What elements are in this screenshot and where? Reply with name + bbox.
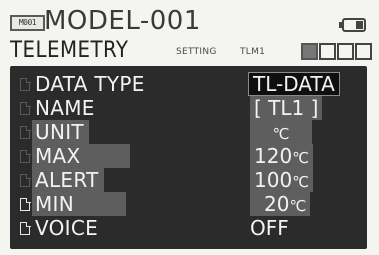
row-value-voice[interactable]: OFF (250, 216, 289, 240)
row-label-data-type: DATA TYPE (35, 72, 145, 96)
document-icon (20, 197, 31, 211)
page-3-indicator[interactable] (337, 43, 354, 60)
page-indicator (301, 43, 372, 60)
row-label-min: MIN (32, 192, 126, 216)
row-alert[interactable]: ALERT 100℃ (10, 168, 367, 192)
page-2-indicator[interactable] (319, 43, 336, 60)
row-value-alert[interactable]: 100℃ (250, 168, 314, 192)
row-min[interactable]: MIN 20℃ (10, 192, 367, 216)
model-tag: M001 (10, 15, 45, 31)
telemetry-settings-panel: DATA TYPE TL-DATA NAME [ TL1 ] UNIT ℃ MA… (10, 66, 367, 249)
row-label-name: NAME (35, 96, 95, 120)
document-icon (20, 125, 31, 139)
battery-icon (339, 18, 366, 32)
row-value-name[interactable]: [ TL1 ] (250, 96, 323, 120)
row-label-max: MAX (32, 144, 130, 168)
row-data-type[interactable]: DATA TYPE TL-DATA (10, 72, 367, 96)
document-icon (20, 149, 31, 163)
tab-tlm1[interactable]: TLM1 (240, 46, 265, 58)
row-max[interactable]: MAX 120℃ (10, 144, 367, 168)
page-1-indicator[interactable] (301, 43, 318, 60)
row-label-alert: ALERT (32, 168, 104, 192)
lcd-screen: M001 MODEL-001 TELEMETRY SETTING TLM1 DA… (0, 0, 379, 255)
row-label-unit: UNIT (32, 120, 89, 144)
row-name[interactable]: NAME [ TL1 ] (10, 96, 367, 120)
row-value-min[interactable]: 20℃ (250, 192, 311, 216)
row-value-data-type[interactable]: TL-DATA (248, 72, 340, 96)
document-icon (20, 173, 31, 187)
row-value-unit[interactable]: ℃ (250, 120, 312, 144)
tab-setting[interactable]: SETTING (176, 46, 217, 58)
row-label-voice: VOICE (35, 216, 99, 240)
screen-title: TELEMETRY (10, 38, 129, 63)
document-icon (20, 221, 31, 235)
row-value-max[interactable]: 120℃ (250, 144, 314, 168)
document-icon (20, 101, 31, 115)
page-4-indicator[interactable] (355, 43, 372, 60)
model-header: M001 MODEL-001 (8, 6, 372, 36)
menu-header: TELEMETRY SETTING TLM1 (4, 38, 375, 64)
row-unit[interactable]: UNIT ℃ (10, 120, 367, 144)
row-voice[interactable]: VOICE OFF (10, 216, 367, 240)
document-icon (20, 77, 31, 91)
model-name: MODEL-001 (44, 6, 201, 36)
